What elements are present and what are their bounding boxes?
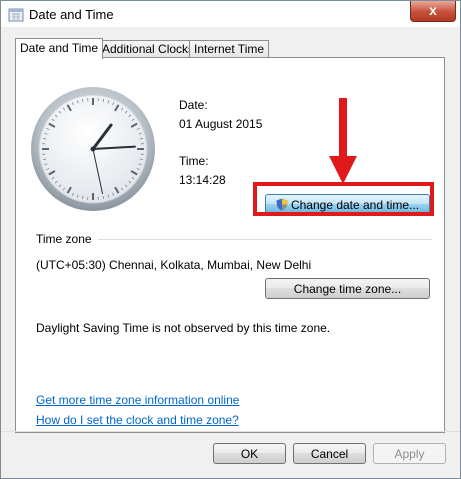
time-zone-info-link[interactable]: Get more time zone information online <box>36 393 239 407</box>
window-title: Date and Time <box>29 7 114 22</box>
red-arrow-annotation <box>329 98 357 184</box>
dst-note: Daylight Saving Time is not observed by … <box>36 321 331 335</box>
tab-panel: Date: 01 August 2015 Time: 13:14:28 Chan… <box>15 57 445 433</box>
set-clock-help-link[interactable]: How do I set the clock and time zone? <box>36 413 239 427</box>
date-label: Date: <box>179 98 208 112</box>
tab-date-and-time[interactable]: Date and Time <box>15 38 104 59</box>
apply-button[interactable]: Apply <box>373 443 446 464</box>
title-bar: Date and Time x <box>1 1 460 27</box>
highlight-box-annotation <box>253 182 434 216</box>
time-zone-value: (UTC+05:30) Chennai, Kolkata, Mumbai, Ne… <box>36 258 312 272</box>
close-button[interactable]: x <box>410 1 456 22</box>
analog-clock <box>31 87 155 211</box>
time-zone-divider <box>98 239 432 240</box>
close-icon: x <box>429 2 437 18</box>
footer-separator <box>1 431 460 432</box>
tab-additional-clocks[interactable]: Additional Clocks <box>97 40 200 58</box>
date-time-dialog: Date and Time x Date and Time Additional… <box>0 0 461 479</box>
ok-button[interactable]: OK <box>213 443 286 464</box>
time-zone-heading: Time zone <box>36 232 92 246</box>
time-label: Time: <box>179 154 209 168</box>
change-time-zone-button[interactable]: Change time zone... <box>265 278 430 299</box>
tab-internet-time[interactable]: Internet Time <box>189 40 270 58</box>
date-value: 01 August 2015 <box>179 117 263 131</box>
date-time-app-icon <box>8 8 24 22</box>
cancel-button[interactable]: Cancel <box>293 443 366 464</box>
time-value: 13:14:28 <box>179 173 226 187</box>
